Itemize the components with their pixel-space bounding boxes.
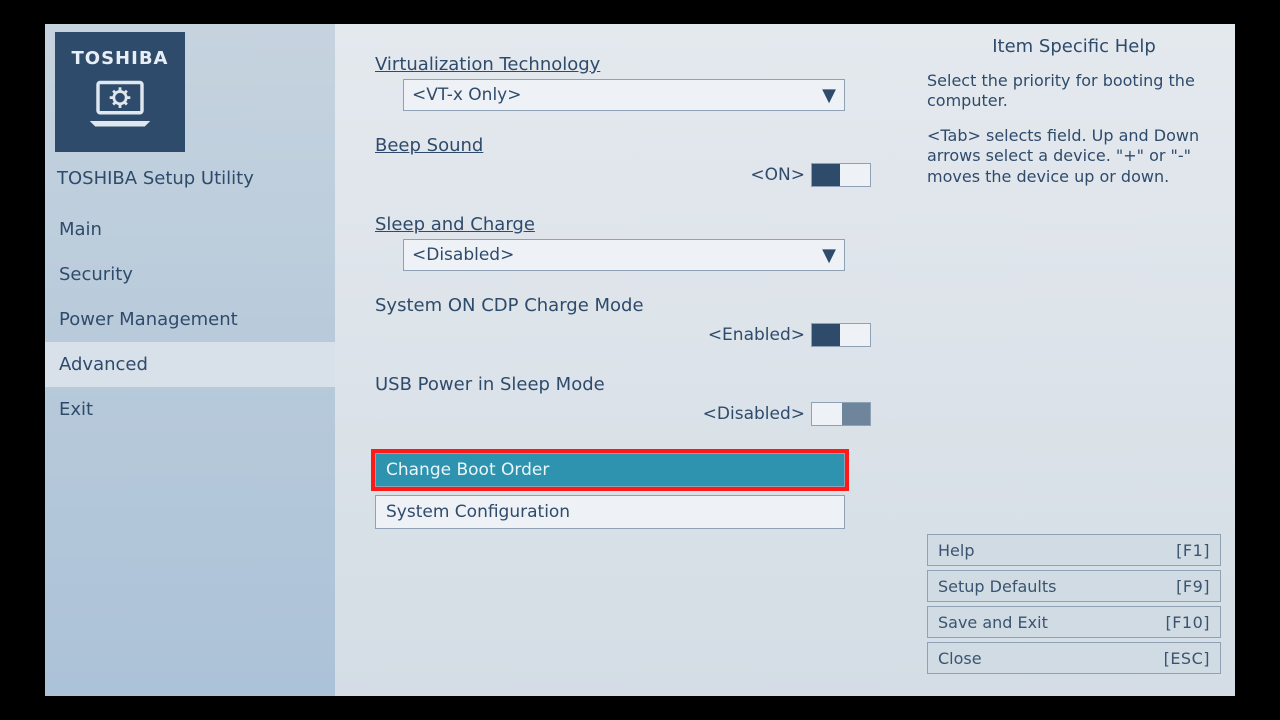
fkey-key: [F9] [1176, 577, 1210, 596]
brand-name: TOSHIBA [72, 48, 169, 69]
nav-item-power-management[interactable]: Power Management [45, 297, 335, 342]
sidebar: TOSHIBA [45, 24, 335, 696]
dropdown-value: <Disabled> [412, 245, 514, 265]
fkey-key: [F1] [1176, 541, 1210, 560]
setting-sleep-charge: Sleep and Charge <Disabled> ▼ [375, 214, 891, 271]
dropdown-value: <VT-x Only> [412, 85, 521, 105]
fkey-key: [ESC] [1164, 649, 1210, 668]
cdp-value: <Enabled> [708, 325, 805, 345]
setting-label: Beep Sound [375, 135, 891, 156]
submenu-label: Change Boot Order [386, 460, 549, 480]
beep-value: <ON> [750, 165, 805, 185]
nav-list: Main Security Power Management Advanced … [45, 207, 335, 432]
setting-label: System ON CDP Charge Mode [375, 295, 891, 316]
submenu-label: System Configuration [386, 502, 570, 522]
chevron-down-icon: ▼ [822, 85, 836, 106]
nav-item-security[interactable]: Security [45, 252, 335, 297]
setting-label: Sleep and Charge [375, 214, 891, 235]
sleep-charge-dropdown[interactable]: <Disabled> ▼ [403, 239, 845, 271]
nav-item-advanced[interactable]: Advanced [45, 342, 335, 387]
help-title: Item Specific Help [927, 36, 1221, 57]
fkey-label: Help [938, 541, 974, 560]
nav-item-exit[interactable]: Exit [45, 387, 335, 432]
setting-virtualization: Virtualization Technology <VT-x Only> ▼ [375, 54, 891, 111]
setting-label: Virtualization Technology [375, 54, 891, 75]
main-panel: Virtualization Technology <VT-x Only> ▼ … [335, 24, 917, 696]
setup-defaults-button[interactable]: Setup Defaults [F9] [927, 570, 1221, 602]
help-body: Select the priority for booting the comp… [927, 71, 1221, 187]
system-configuration-button[interactable]: System Configuration [375, 495, 845, 529]
fkey-key: [F10] [1165, 613, 1210, 632]
function-keys: Help [F1] Setup Defaults [F9] Save and E… [927, 534, 1221, 678]
setting-cdp-charge: System ON CDP Charge Mode <Enabled> [375, 295, 891, 350]
help-paragraph: Select the priority for booting the comp… [927, 71, 1221, 112]
setting-beep: Beep Sound <ON> [375, 135, 891, 190]
nav-item-main[interactable]: Main [45, 207, 335, 252]
utility-title: TOSHIBA Setup Utility [45, 162, 335, 207]
brand-tile: TOSHIBA [55, 32, 185, 152]
save-and-exit-button[interactable]: Save and Exit [F10] [927, 606, 1221, 638]
help-pane: Item Specific Help Select the priority f… [917, 24, 1235, 696]
close-button[interactable]: Close [ESC] [927, 642, 1221, 674]
chevron-down-icon: ▼ [822, 245, 836, 266]
help-button[interactable]: Help [F1] [927, 534, 1221, 566]
usb-value: <Disabled> [703, 404, 805, 424]
cdp-toggle[interactable] [811, 323, 871, 347]
fkey-label: Setup Defaults [938, 577, 1056, 596]
fkey-label: Save and Exit [938, 613, 1048, 632]
setting-label: USB Power in Sleep Mode [375, 374, 891, 395]
beep-toggle[interactable] [811, 163, 871, 187]
setting-usb-sleep: USB Power in Sleep Mode <Disabled> [375, 374, 891, 429]
bios-screen: TOSHIBA [45, 24, 1235, 696]
change-boot-order-button[interactable]: Change Boot Order [375, 453, 845, 487]
help-paragraph: <Tab> selects field. Up and Down arrows … [927, 126, 1221, 187]
fkey-label: Close [938, 649, 982, 668]
usb-toggle[interactable] [811, 402, 871, 426]
virtualization-dropdown[interactable]: <VT-x Only> ▼ [403, 79, 845, 111]
laptop-gear-icon [85, 77, 155, 136]
submenu-list: Change Boot Order System Configuration [375, 453, 891, 529]
